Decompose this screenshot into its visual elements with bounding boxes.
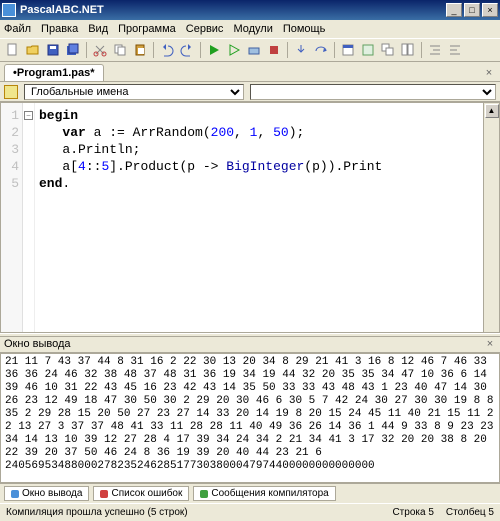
output-title: Окно вывода (4, 338, 71, 351)
menu-modules[interactable]: Модули (233, 23, 272, 35)
output-icon (11, 490, 19, 498)
fold-toggle[interactable]: − (24, 111, 33, 120)
menu-file[interactable]: Файл (4, 23, 31, 35)
form-button[interactable] (339, 41, 357, 59)
app-icon (2, 3, 16, 17)
menu-view[interactable]: Вид (88, 23, 108, 35)
window-title: PascalABC.NET (20, 4, 446, 16)
output-close-button[interactable]: × (484, 338, 496, 351)
copy-button[interactable] (111, 41, 129, 59)
outdent-button[interactable] (446, 41, 464, 59)
status-line: Строка 5 (392, 507, 433, 518)
code-editor[interactable]: 12345 − begin var a := ArrRandom(200, 1,… (0, 102, 500, 333)
message-icon (200, 490, 208, 498)
close-button[interactable]: × (482, 3, 498, 17)
run-nodebug-button[interactable] (225, 41, 243, 59)
run-button[interactable] (205, 41, 223, 59)
scope-select[interactable]: Глобальные имена (24, 84, 244, 100)
scroll-up-icon[interactable]: ▲ (485, 104, 499, 118)
menu-help[interactable]: Помощь (283, 23, 326, 35)
error-icon (100, 490, 108, 498)
close-tab-button[interactable]: × (482, 67, 496, 81)
indent-button[interactable] (426, 41, 444, 59)
step-over-button[interactable] (312, 41, 330, 59)
save-button[interactable] (44, 41, 62, 59)
status-message: Компиляция прошла успешно (5 строк) (6, 507, 188, 518)
cut-button[interactable] (91, 41, 109, 59)
editor-tab-bar: •Program1.pas* × (0, 62, 500, 82)
status-column: Столбец 5 (446, 507, 494, 518)
output-panel[interactable]: 21 11 7 43 37 44 8 31 16 2 22 30 13 20 3… (0, 353, 500, 483)
paste-button[interactable] (131, 41, 149, 59)
module-button[interactable] (359, 41, 377, 59)
compile-button[interactable] (245, 41, 263, 59)
tab-output[interactable]: Окно вывода (4, 486, 89, 501)
cascade-button[interactable] (379, 41, 397, 59)
editor-scrollbar[interactable]: ▲ (483, 103, 499, 332)
code-area[interactable]: begin var a := ArrRandom(200, 1, 50); a.… (35, 103, 483, 332)
title-bar: PascalABC.NET _ □ × (0, 0, 500, 20)
new-file-button[interactable] (4, 41, 22, 59)
menu-program[interactable]: Программа (118, 23, 176, 35)
save-all-button[interactable] (64, 41, 82, 59)
minimize-button[interactable]: _ (446, 3, 462, 17)
open-file-button[interactable] (24, 41, 42, 59)
toolbar (0, 38, 500, 62)
menu-bar: Файл Правка Вид Программа Сервис Модули … (0, 20, 500, 38)
output-header: Окно вывода × (0, 337, 500, 353)
step-into-button[interactable] (292, 41, 310, 59)
scope-bar: Глобальные имена (0, 82, 500, 102)
editor-tab[interactable]: •Program1.pas* (4, 64, 104, 81)
fold-column: − (23, 103, 35, 332)
bottom-tab-bar: Окно вывода Список ошибок Сообщения комп… (0, 483, 500, 503)
undo-button[interactable] (158, 41, 176, 59)
maximize-button[interactable]: □ (464, 3, 480, 17)
line-gutter: 12345 (1, 103, 23, 332)
tab-messages[interactable]: Сообщения компилятора (193, 486, 335, 501)
member-select[interactable] (250, 84, 496, 100)
redo-button[interactable] (178, 41, 196, 59)
stop-button[interactable] (265, 41, 283, 59)
scope-icon (4, 85, 18, 99)
tab-errors[interactable]: Список ошибок (93, 486, 189, 501)
status-bar: Компиляция прошла успешно (5 строк) Стро… (0, 503, 500, 521)
tile-button[interactable] (399, 41, 417, 59)
menu-service[interactable]: Сервис (186, 23, 224, 35)
menu-edit[interactable]: Правка (41, 23, 78, 35)
